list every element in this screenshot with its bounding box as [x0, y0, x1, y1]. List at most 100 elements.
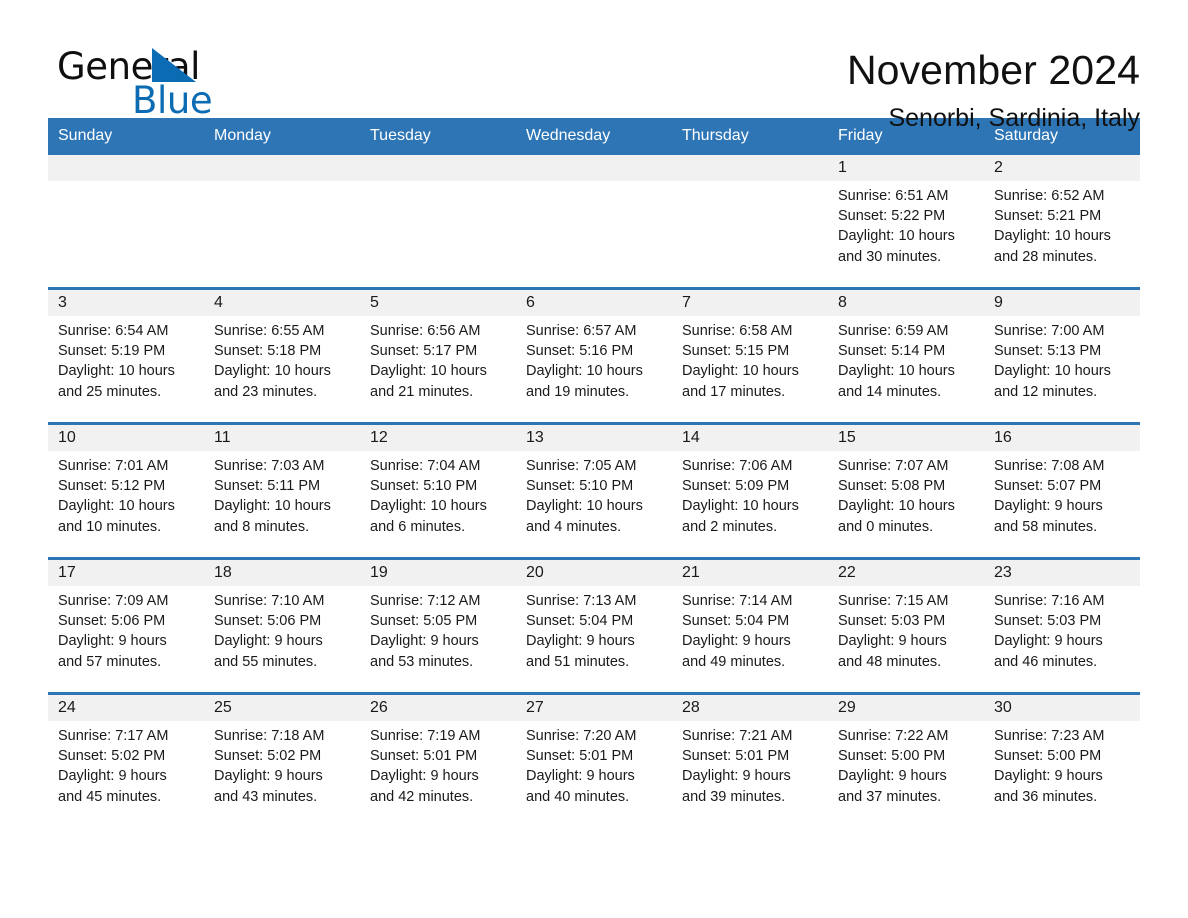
day-cell-14[interactable]: 14 Sunrise: 7:06 AM Sunset: 5:09 PM Dayligh…: [672, 425, 828, 557]
daylight-text-line1: Daylight: 10 hours: [58, 363, 175, 380]
day-cell-5[interactable]: 5 Sunrise: 6:56 AM Sunset: 5:17 PM Daylight…: [360, 290, 516, 422]
day-cell-27[interactable]: 27 Sunrise: 7:20 AM Sunset: 5:01 PM Dayligh…: [516, 695, 672, 827]
day-cell-12[interactable]: 12 Sunrise: 7:04 AM Sunset: 5:10 PM Dayligh…: [360, 425, 516, 557]
day-details: Sunrise: 7:23 AM Sunset: 5:00 PM Daylight:…: [984, 721, 1140, 807]
day-number-band: 11: [204, 425, 360, 451]
calendar-weeks: 1 Sunrise: 6:51 AM Sunset: 5:22 PM Daylight…: [48, 155, 1140, 827]
day-cell-6[interactable]: 6 Sunrise: 6:57 AM Sunset: 5:16 PM Daylight…: [516, 290, 672, 422]
day-number-band: 29: [828, 695, 984, 721]
day-cell-15[interactable]: 15 Sunrise: 7:07 AM Sunset: 5:08 PM Dayligh…: [828, 425, 984, 557]
day-number-band: 25: [204, 695, 360, 721]
sunrise-text: Sunrise: 7:07 AM: [838, 458, 949, 474]
day-cell-29[interactable]: 29 Sunrise: 7:22 AM Sunset: 5:00 PM Dayligh…: [828, 695, 984, 827]
daylight-text-line1: Daylight: 9 hours: [838, 768, 947, 785]
day-number: 5: [370, 294, 379, 311]
daylight-text-line2: and 4 minutes.: [526, 518, 622, 535]
daylight-text-line1: Daylight: 9 hours: [682, 633, 791, 650]
sunset-text: Sunset: 5:10 PM: [370, 478, 478, 495]
day-cell-20[interactable]: 20 Sunrise: 7:13 AM Sunset: 5:04 PM Dayligh…: [516, 560, 672, 692]
daylight-text-line2: and 43 minutes.: [214, 788, 318, 805]
day-details: Sunrise: 7:15 AM Sunset: 5:03 PM Daylight:…: [828, 586, 984, 672]
daylight-text-line1: Daylight: 10 hours: [214, 498, 331, 515]
weekday-header-tuesday: Tuesday: [370, 127, 431, 144]
day-cell-17[interactable]: 17 Sunrise: 7:09 AM Sunset: 5:06 PM Dayligh…: [48, 560, 204, 692]
day-cell-1[interactable]: 1 Sunrise: 6:51 AM Sunset: 5:22 PM Daylight…: [828, 155, 984, 287]
day-cell-28[interactable]: 28 Sunrise: 7:21 AM Sunset: 5:01 PM Dayligh…: [672, 695, 828, 827]
day-number-band: 7: [672, 290, 828, 316]
weekday-header-thursday: Thursday: [682, 127, 749, 144]
sunrise-text: Sunrise: 7:06 AM: [682, 458, 793, 474]
day-number-band: 2: [984, 155, 1140, 181]
day-cell-23[interactable]: 23 Sunrise: 7:16 AM Sunset: 5:03 PM Dayligh…: [984, 560, 1140, 692]
day-cell-21[interactable]: 21 Sunrise: 7:14 AM Sunset: 5:04 PM Dayligh…: [672, 560, 828, 692]
day-cell-24[interactable]: 24 Sunrise: 7:17 AM Sunset: 5:02 PM Dayligh…: [48, 695, 204, 827]
day-details: Sunrise: 6:51 AM Sunset: 5:22 PM Daylight:…: [828, 181, 984, 267]
day-cell-9[interactable]: 9 Sunrise: 7:00 AM Sunset: 5:13 PM Daylight…: [984, 290, 1140, 422]
sunset-text: Sunset: 5:03 PM: [838, 613, 946, 630]
sunset-text: Sunset: 5:03 PM: [994, 613, 1102, 630]
day-cell-3[interactable]: 3 Sunrise: 6:54 AM Sunset: 5:19 PM Daylight…: [48, 290, 204, 422]
day-cell-7[interactable]: 7 Sunrise: 6:58 AM Sunset: 5:15 PM Daylight…: [672, 290, 828, 422]
sunset-text: Sunset: 5:04 PM: [682, 613, 790, 630]
day-cell-empty: [204, 155, 360, 287]
day-cell-10[interactable]: 10 Sunrise: 7:01 AM Sunset: 5:12 PM Dayligh…: [48, 425, 204, 557]
calendar-page: General Blue November 2024 Senorbi, Sard…: [0, 0, 1188, 918]
day-cell-13[interactable]: 13 Sunrise: 7:05 AM Sunset: 5:10 PM Dayligh…: [516, 425, 672, 557]
day-details: Sunrise: 7:07 AM Sunset: 5:08 PM Daylight:…: [828, 451, 984, 537]
daylight-text-line1: Daylight: 9 hours: [838, 633, 947, 650]
daylight-text-line2: and 25 minutes.: [58, 383, 162, 400]
day-details: Sunrise: 7:13 AM Sunset: 5:04 PM Daylight:…: [516, 586, 672, 672]
day-cell-19[interactable]: 19 Sunrise: 7:12 AM Sunset: 5:05 PM Dayligh…: [360, 560, 516, 692]
sunset-text: Sunset: 5:19 PM: [58, 343, 166, 360]
day-number: 9: [994, 294, 1003, 311]
day-number: 4: [214, 294, 223, 311]
daylight-text-line1: Daylight: 10 hours: [838, 363, 955, 380]
day-number: 14: [682, 429, 700, 446]
daylight-text-line1: Daylight: 10 hours: [838, 228, 955, 245]
day-number: 11: [214, 429, 231, 446]
sunrise-text: Sunrise: 7:17 AM: [58, 728, 169, 744]
daylight-text-line2: and 2 minutes.: [682, 518, 778, 535]
daylight-text-line1: Daylight: 9 hours: [994, 633, 1103, 650]
sunset-text: Sunset: 5:12 PM: [58, 478, 166, 495]
daylight-text-line2: and 23 minutes.: [214, 383, 318, 400]
day-number-band: 24: [48, 695, 204, 721]
daylight-text-line2: and 28 minutes.: [994, 248, 1098, 265]
day-cell-11[interactable]: 11 Sunrise: 7:03 AM Sunset: 5:11 PM Dayligh…: [204, 425, 360, 557]
sunrise-text: Sunrise: 7:01 AM: [58, 458, 169, 474]
sunset-text: Sunset: 5:07 PM: [994, 478, 1102, 495]
day-number-band: 13: [516, 425, 672, 451]
day-number: 16: [994, 429, 1012, 446]
daylight-text-line1: Daylight: 10 hours: [994, 363, 1111, 380]
day-number-band: 9: [984, 290, 1140, 316]
day-number: 1: [838, 159, 847, 176]
day-cell-18[interactable]: 18 Sunrise: 7:10 AM Sunset: 5:06 PM Dayligh…: [204, 560, 360, 692]
sunrise-text: Sunrise: 6:55 AM: [214, 323, 325, 339]
day-number: 2: [994, 159, 1003, 176]
page-header: General Blue November 2024 Senorbi, Sard…: [48, 0, 1140, 132]
day-cell-4[interactable]: 4 Sunrise: 6:55 AM Sunset: 5:18 PM Daylight…: [204, 290, 360, 422]
day-number: 8: [838, 294, 847, 311]
daylight-text-line2: and 45 minutes.: [58, 788, 162, 805]
sunset-text: Sunset: 5:18 PM: [214, 343, 322, 360]
day-details: Sunrise: 6:54 AM Sunset: 5:19 PM Daylight:…: [48, 316, 204, 402]
day-details: Sunrise: 6:58 AM Sunset: 5:15 PM Daylight:…: [672, 316, 828, 402]
daylight-text-line2: and 0 minutes.: [838, 518, 934, 535]
day-cell-16[interactable]: 16 Sunrise: 7:08 AM Sunset: 5:07 PM Dayligh…: [984, 425, 1140, 557]
day-cell-8[interactable]: 8 Sunrise: 6:59 AM Sunset: 5:14 PM Daylight…: [828, 290, 984, 422]
sunset-text: Sunset: 5:10 PM: [526, 478, 634, 495]
day-cell-25[interactable]: 25 Sunrise: 7:18 AM Sunset: 5:02 PM Dayligh…: [204, 695, 360, 827]
sunset-text: Sunset: 5:06 PM: [214, 613, 322, 630]
daylight-text-line1: Daylight: 10 hours: [58, 498, 175, 515]
day-cell-30[interactable]: 30 Sunrise: 7:23 AM Sunset: 5:00 PM Dayligh…: [984, 695, 1140, 827]
day-details: Sunrise: 7:10 AM Sunset: 5:06 PM Daylight:…: [204, 586, 360, 672]
day-number: 20: [526, 564, 544, 581]
day-cell-2[interactable]: 2 Sunrise: 6:52 AM Sunset: 5:21 PM Daylight…: [984, 155, 1140, 287]
day-number: 23: [994, 564, 1012, 581]
day-number-band: 30: [984, 695, 1140, 721]
day-cell-26[interactable]: 26 Sunrise: 7:19 AM Sunset: 5:01 PM Dayligh…: [360, 695, 516, 827]
sunrise-text: Sunrise: 7:15 AM: [838, 593, 949, 609]
generalblue-logo[interactable]: General Blue: [48, 44, 308, 130]
day-cell-22[interactable]: 22 Sunrise: 7:15 AM Sunset: 5:03 PM Dayligh…: [828, 560, 984, 692]
calendar-week-row: 1 Sunrise: 6:51 AM Sunset: 5:22 PM Daylight…: [48, 155, 1140, 287]
